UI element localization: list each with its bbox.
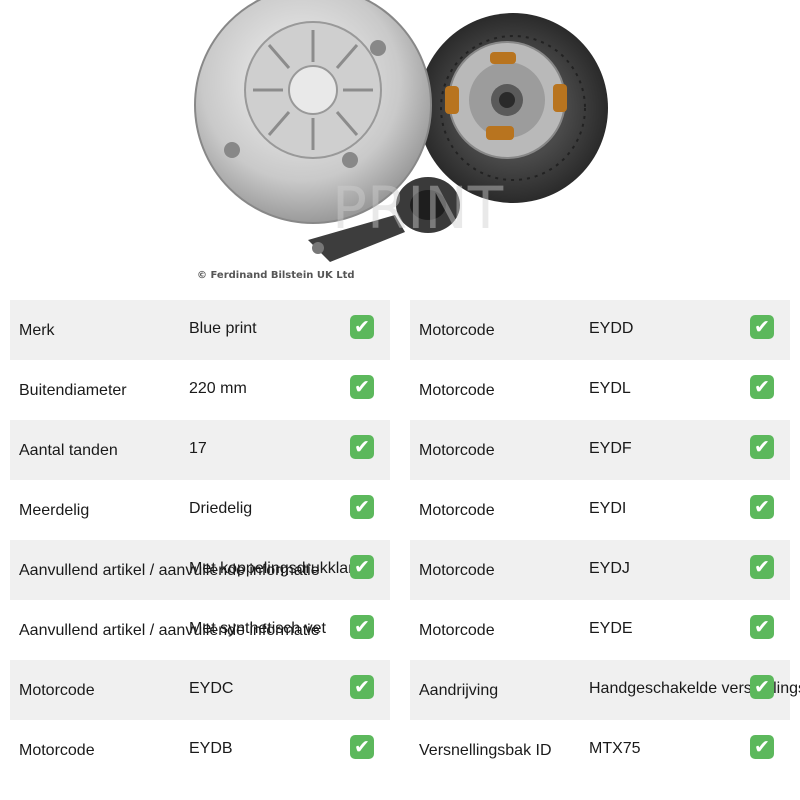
spec-label: Motorcode: [419, 322, 495, 339]
spec-row: Motorcode EYDL ✔: [410, 360, 790, 420]
spec-value: MTX75: [589, 740, 641, 757]
check-mark-icon: ✔: [750, 495, 774, 519]
check-mark-icon: ✔: [750, 315, 774, 339]
spec-label: Aandrijving: [419, 682, 499, 699]
spec-label: Motorcode: [419, 382, 495, 399]
spec-row: Motorcode EYDB ✔: [10, 720, 390, 780]
spec-label: Motorcode: [419, 562, 495, 579]
copyright-notice: © Ferdinand Bilstein UK Ltd: [197, 270, 355, 281]
check-mark-icon: ✔: [750, 435, 774, 459]
spec-row: Motorcode EYDC ✔: [10, 660, 390, 720]
check-mark-icon: ✔: [750, 555, 774, 579]
spec-value: Driedelig: [189, 500, 253, 517]
spec-row: Buitendiameter 220 mm ✔: [10, 360, 390, 420]
product-image: PRINT © Ferdinand Bilstein UK Ltd: [0, 0, 800, 290]
spec-label: Merk: [19, 322, 55, 339]
spec-row: Motorcode EYDE ✔: [410, 600, 790, 660]
spec-row: Aanvullend artikel / aanvullende informa…: [10, 540, 390, 600]
check-mark-icon: ✔: [350, 375, 374, 399]
spec-value: 220 mm: [189, 380, 247, 397]
spec-value: Met synthetisch vet: [189, 620, 326, 637]
specs-table-left: Merk Blue print ✔ Buitendiameter 220 mm ✔ Aant…: [10, 300, 390, 780]
check-mark-icon: ✔: [350, 435, 374, 459]
spec-label: Meerdelig: [19, 502, 90, 519]
watermark-text: PRINT: [332, 174, 504, 242]
check-mark-icon: ✔: [750, 675, 774, 699]
spec-value: EYDF: [589, 440, 632, 457]
check-mark-icon: ✔: [350, 735, 374, 759]
spec-row: Meerdelig Driedelig ✔: [10, 480, 390, 540]
check-mark-icon: ✔: [350, 555, 374, 579]
spec-value: EYDE: [589, 620, 633, 637]
clutch-kit-illustration: PRINT: [194, 0, 608, 262]
spec-value: EYDL: [589, 380, 631, 397]
spec-value: EYDB: [189, 740, 233, 757]
spec-label: Motorcode: [419, 502, 495, 519]
spec-row: Aantal tanden 17 ✔: [10, 420, 390, 480]
spec-row: Motorcode EYDD ✔: [410, 300, 790, 360]
spec-row: Motorcode EYDF ✔: [410, 420, 790, 480]
spec-value: Met koppelingsdrukklamp: [189, 560, 371, 577]
check-mark-icon: ✔: [350, 495, 374, 519]
spec-value: EYDI: [589, 500, 627, 517]
spec-label: Motorcode: [419, 442, 495, 459]
check-mark-icon: ✔: [350, 315, 374, 339]
spec-row: AandrijvingHandgeschakelde versnellingsb…: [410, 660, 800, 720]
check-mark-icon: ✔: [750, 615, 774, 639]
specs-table-right: Motorcode EYDD ✔ Motorcode EYDL ✔ Motorcode EYD…: [410, 300, 800, 780]
spec-label: Buitendiameter: [19, 382, 127, 399]
check-mark-icon: ✔: [750, 375, 774, 399]
check-mark-icon: ✔: [350, 675, 374, 699]
spec-row: Versnellingsbak ID MTX75 ✔: [410, 720, 790, 780]
spec-value: EYDC: [189, 680, 234, 697]
spec-label: Motorcode: [19, 742, 95, 759]
spec-row: Motorcode EYDJ ✔: [410, 540, 790, 600]
spec-row: Aanvullend artikel / aanvullende informa…: [10, 600, 390, 660]
spec-row: Motorcode EYDI ✔: [410, 480, 790, 540]
spec-label: Motorcode: [419, 622, 495, 639]
check-mark-icon: ✔: [750, 735, 774, 759]
spec-value: 17: [189, 440, 207, 457]
spec-label: Versnellingsbak ID: [419, 742, 552, 759]
spec-value: EYDJ: [589, 560, 630, 577]
spec-label: Motorcode: [19, 682, 95, 699]
spec-label: Aantal tanden: [19, 442, 118, 459]
spec-value: Blue print: [189, 320, 257, 337]
spec-row: Merk Blue print ✔: [10, 300, 390, 360]
spec-value: EYDD: [589, 320, 634, 337]
check-mark-icon: ✔: [350, 615, 374, 639]
